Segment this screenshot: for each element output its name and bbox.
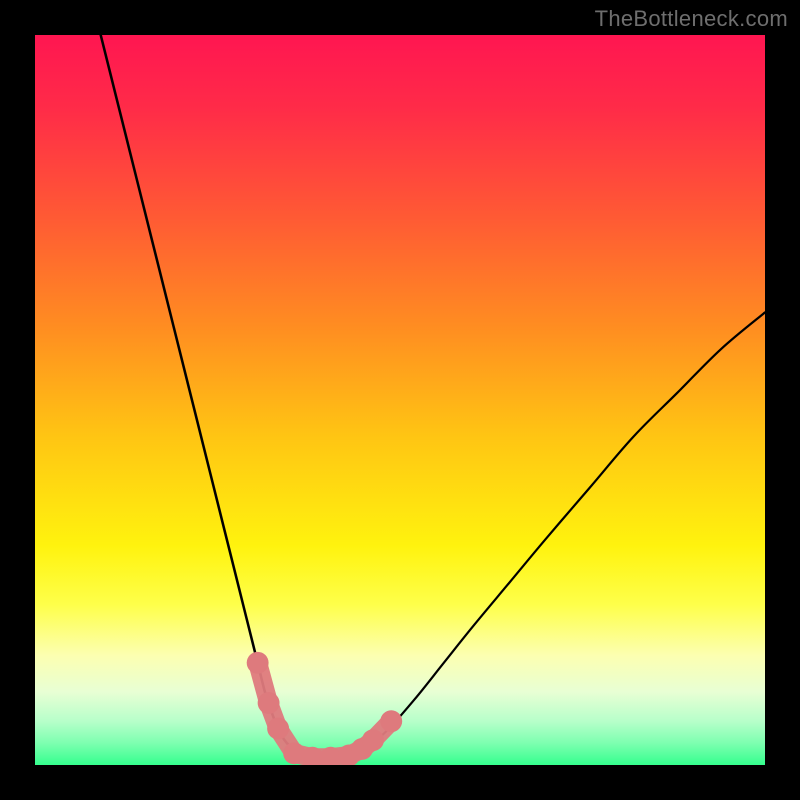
- marker-point: [380, 710, 402, 732]
- plot-area: [35, 35, 765, 765]
- bottleneck-curve-left: [101, 35, 324, 758]
- marker-point: [267, 718, 289, 740]
- marker-group: [247, 652, 402, 765]
- marker-point: [283, 742, 305, 764]
- bottleneck-curve-right: [323, 312, 765, 757]
- marker-point: [247, 652, 269, 674]
- curve-layer: [35, 35, 765, 765]
- chart-frame: TheBottleneck.com: [0, 0, 800, 800]
- marker-point: [258, 692, 280, 714]
- watermark-text: TheBottleneck.com: [595, 6, 788, 32]
- marker-point: [362, 729, 384, 751]
